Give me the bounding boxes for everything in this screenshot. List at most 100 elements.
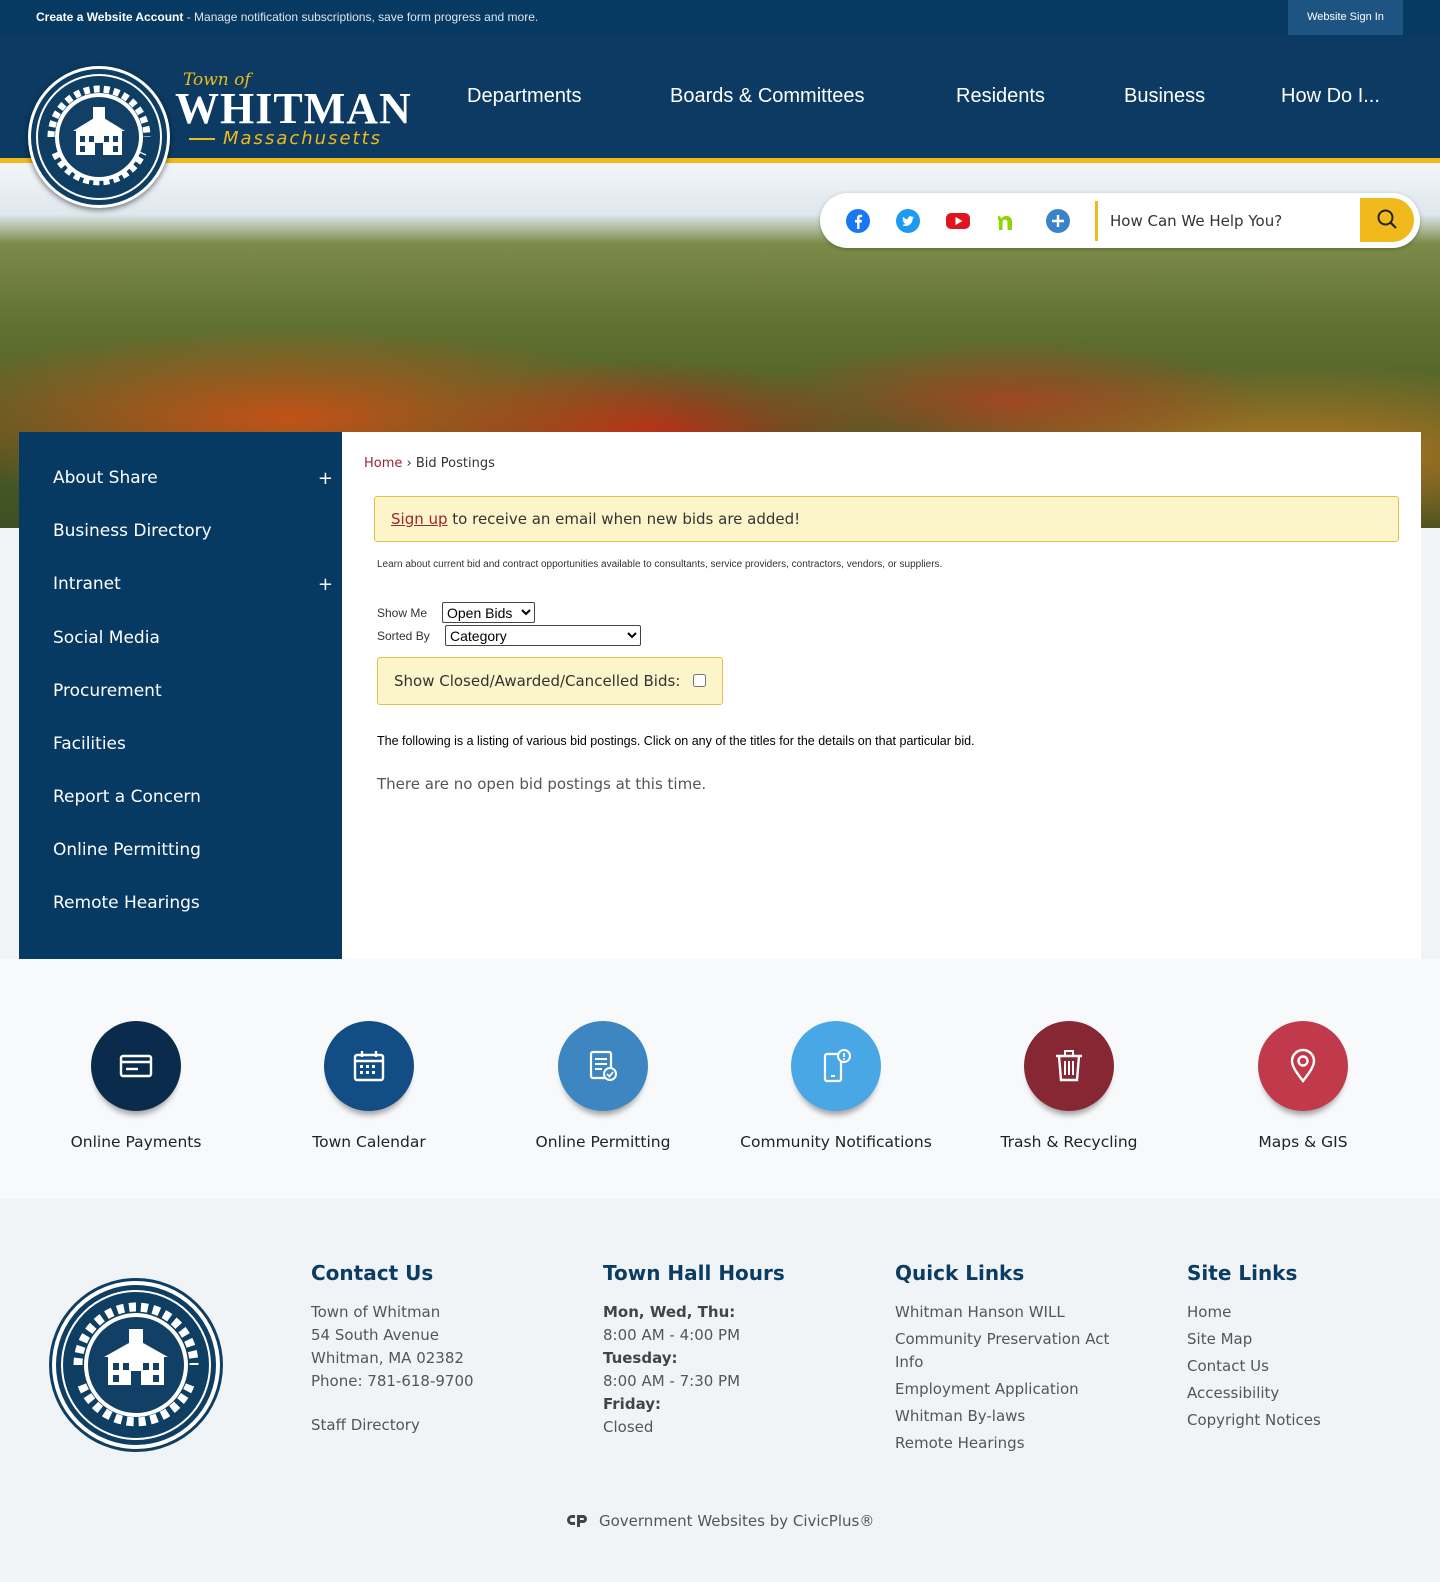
nav-residents[interactable]: Residents [956, 85, 1045, 108]
alert-text: to receive an email when new bids are ad… [447, 510, 801, 528]
sorted-by-label: Sorted By [377, 629, 430, 643]
show-me-select[interactable]: Open Bids [442, 602, 535, 623]
hours-day: Mon, Wed, Thu: [603, 1303, 736, 1321]
footer-site-link[interactable]: Contact Us [1187, 1355, 1321, 1378]
sidebar-item-remote-hearings[interactable]: Remote Hearings [53, 893, 333, 923]
nav-departments[interactable]: Departments [467, 85, 582, 108]
footer-quick-links-column: Quick Links Whitman Hanson WILL Communit… [895, 1261, 1135, 1459]
footer-town-seal[interactable] [52, 1281, 220, 1449]
show-closed-label: Show Closed/Awarded/Cancelled Bids: [394, 672, 681, 690]
hours-day: Tuesday: [603, 1349, 678, 1367]
sidebar-item-label: Procurement [53, 681, 162, 701]
website-sign-in-button[interactable]: Website Sign In [1288, 0, 1403, 35]
footer-quick-link[interactable]: Employment Application [895, 1378, 1135, 1401]
quick-link-trash-recycling[interactable]: Trash & Recycling [954, 1021, 1184, 1151]
town-wordmark[interactable]: Town of WHITMAN Massachusetts [175, 70, 412, 149]
quick-links-bar: Online Payments Town Calendar Online Per… [0, 959, 1440, 1199]
footer-quick-link[interactable]: Whitman Hanson WILL [895, 1301, 1135, 1324]
expand-plus-icon[interactable]: + [318, 468, 333, 489]
facebook-icon[interactable] [845, 208, 871, 234]
sidebar-item-intranet[interactable]: Intranet + [53, 574, 333, 604]
breadcrumb-home-link[interactable]: Home [364, 456, 402, 471]
seal-graphic-icon [36, 74, 162, 200]
nextdoor-icon[interactable] [995, 208, 1021, 234]
sidebar-item-label: About Share [53, 468, 158, 488]
footer-hours-column: Town Hall Hours Mon, Wed, Thu: 8:00 AM -… [603, 1261, 785, 1439]
quick-link-online-payments[interactable]: Online Payments [21, 1021, 251, 1151]
quick-link-online-permitting[interactable]: Online Permitting [488, 1021, 718, 1151]
search-social-bar [820, 193, 1420, 248]
show-me-label: Show Me [377, 606, 428, 620]
quick-link-label: Online Payments [70, 1133, 202, 1151]
intro-text: Learn about current bid and contract opp… [377, 559, 943, 570]
search-input[interactable] [1110, 203, 1350, 239]
sorted-by-select[interactable]: Category [445, 625, 641, 646]
civicplus-credit-link[interactable]: Government Websites by CivicPlus® [567, 1512, 874, 1533]
hours-day: Friday: [603, 1395, 662, 1413]
hours-time: 8:00 AM - 4:00 PM [603, 1326, 741, 1344]
quick-link-label: Trash & Recycling [1000, 1133, 1138, 1151]
trash-icon [1024, 1021, 1114, 1111]
main-content: Home › Bid Postings Sign up to receive a… [342, 432, 1421, 959]
contact-line: 54 South Avenue [311, 1326, 439, 1344]
footer-quick-link[interactable]: Whitman By-laws [895, 1405, 1135, 1428]
civicplus-logo-icon [567, 1513, 591, 1533]
sidebar-item-label: Report a Concern [53, 787, 201, 807]
calendar-icon [324, 1021, 414, 1111]
hours-time: 8:00 AM - 7:30 PM [603, 1372, 741, 1390]
sidebar-item-procurement[interactable]: Procurement [53, 681, 333, 711]
more-icon[interactable] [1045, 208, 1071, 234]
sidebar-item-report-a-concern[interactable]: Report a Concern [53, 787, 333, 817]
quick-link-label: Community Notifications [740, 1133, 932, 1151]
clipboard-check-icon [558, 1021, 648, 1111]
quick-link-maps-gis[interactable]: Maps & GIS [1188, 1021, 1418, 1151]
nav-how-do-i[interactable]: How Do I... [1281, 85, 1380, 108]
sidebar-item-about-share[interactable]: About Share + [53, 468, 333, 498]
search-icon [1377, 209, 1397, 229]
logo-name: WHITMAN [175, 84, 412, 133]
nav-business[interactable]: Business [1124, 85, 1205, 108]
town-seal-logo[interactable] [28, 66, 170, 208]
quick-link-town-calendar[interactable]: Town Calendar [254, 1021, 484, 1151]
create-account-desc: - Manage notification subscriptions, sav… [183, 10, 539, 24]
listing-description: The following is a listing of various bi… [377, 734, 975, 748]
expand-plus-icon[interactable]: + [318, 574, 333, 595]
sidebar-item-facilities[interactable]: Facilities [53, 734, 333, 764]
sign-up-link[interactable]: Sign up [391, 510, 448, 528]
show-closed-toggle-box: Show Closed/Awarded/Cancelled Bids: [377, 657, 723, 705]
sidebar-item-label: Business Directory [53, 521, 212, 541]
youtube-icon[interactable] [945, 208, 971, 234]
footer-site-link[interactable]: Home [1187, 1301, 1321, 1324]
section-sidebar-nav: About Share + Business Directory Intranet… [19, 432, 342, 959]
twitter-icon[interactable] [895, 208, 921, 234]
hours-time: Closed [603, 1418, 654, 1436]
sidebar-item-online-permitting[interactable]: Online Permitting [53, 840, 333, 870]
breadcrumb: Home › Bid Postings [364, 456, 495, 471]
search-button[interactable] [1360, 198, 1414, 242]
footer-site-link[interactable]: Accessibility [1187, 1382, 1321, 1405]
signup-alert: Sign up to receive an email when new bid… [374, 496, 1399, 542]
nav-boards-committees[interactable]: Boards & Committees [670, 85, 865, 108]
sidebar-item-business-directory[interactable]: Business Directory [53, 521, 333, 551]
footer-site-links-column: Site Links Home Site Map Contact Us Acce… [1187, 1261, 1321, 1436]
breadcrumb-separator: › [402, 456, 416, 471]
contact-phone: Phone: 781-618-9700 [311, 1372, 474, 1390]
sidebar-item-label: Online Permitting [53, 840, 201, 860]
footer-contact-column: Contact Us Town of Whitman 54 South Aven… [311, 1261, 474, 1437]
civicplus-credit-text: Government Websites by CivicPlus® [599, 1512, 875, 1530]
footer-site-link[interactable]: Site Map [1187, 1328, 1321, 1351]
footer-quick-link[interactable]: Community Preservation Act Info [895, 1328, 1135, 1374]
quick-link-community-notifications[interactable]: Community Notifications [721, 1021, 951, 1151]
footer-hours-title: Town Hall Hours [603, 1261, 785, 1285]
payment-card-icon [91, 1021, 181, 1111]
sidebar-item-social-media[interactable]: Social Media [53, 628, 333, 658]
create-account-link[interactable]: Create a Website Account - Manage notifi… [36, 10, 538, 24]
sidebar-item-label: Remote Hearings [53, 893, 200, 913]
footer-site-links-title: Site Links [1187, 1261, 1298, 1285]
footer-quick-link[interactable]: Remote Hearings [895, 1432, 1135, 1455]
footer-site-link[interactable]: Copyright Notices [1187, 1409, 1321, 1432]
staff-directory-link[interactable]: Staff Directory [311, 1414, 474, 1437]
breadcrumb-current: Bid Postings [415, 456, 495, 471]
utility-bar: Create a Website Account - Manage notifi… [0, 0, 1440, 35]
show-closed-checkbox[interactable] [693, 674, 706, 687]
